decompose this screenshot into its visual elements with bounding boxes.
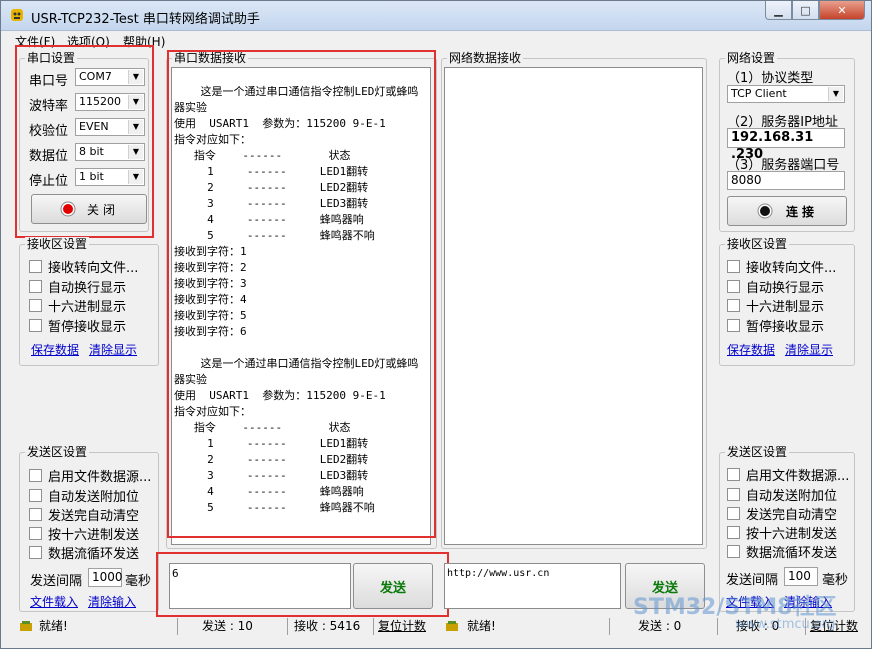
protocol-select[interactable]: TCP Client ▼: [727, 85, 845, 103]
serial-receive-highlight: [167, 50, 436, 538]
serial-send-highlight: [156, 552, 449, 617]
network-receive-title: 网络数据接收: [447, 51, 524, 65]
network-receive-area[interactable]: [444, 67, 703, 545]
maximize-button[interactable]: □: [792, 1, 819, 20]
chevron-down-icon: ▼: [828, 87, 843, 101]
ready-icon: [20, 621, 32, 631]
right-clear-display-link[interactable]: 清除显示: [785, 341, 833, 358]
right-interval-unit: 毫秒: [822, 573, 849, 588]
left-file-source-checkbox[interactable]: 启用文件数据源...: [29, 467, 151, 485]
network-settings-title: 网络设置: [725, 51, 778, 65]
left-send-settings-title: 发送区设置: [25, 445, 90, 459]
protocol-label: （1）协议类型: [727, 71, 814, 86]
right-pause-receive-checkbox[interactable]: 暂停接收显示: [727, 317, 824, 335]
watermark-url: www.stmcu.org: [735, 617, 836, 632]
left-loop-send-checkbox[interactable]: 数据流循环发送: [29, 544, 139, 562]
network-send-text: http://www.usr.cn: [447, 568, 550, 579]
ip-input[interactable]: 192.168.31 .230: [727, 128, 845, 162]
left-auto-wrap-checkbox[interactable]: 自动换行显示: [29, 278, 126, 296]
connect-label: 连接: [785, 204, 818, 219]
right-receive-settings-title: 接收区设置: [725, 237, 790, 251]
left-reset-count[interactable]: 复位计数: [373, 618, 435, 635]
left-auto-append-checkbox[interactable]: 自动发送附加位: [29, 487, 139, 505]
connect-button[interactable]: 连接: [727, 196, 847, 226]
left-receive-settings-title: 接收区设置: [25, 237, 90, 251]
left-status-received: 接收 : 5416: [287, 618, 373, 635]
close-window-button[interactable]: ✕: [819, 1, 865, 20]
black-status-icon: [757, 203, 773, 219]
minimize-icon: ▁: [774, 3, 783, 17]
app-icon: [11, 9, 23, 21]
left-hex-display-checkbox[interactable]: 十六进制显示: [29, 297, 126, 315]
left-save-data-link[interactable]: 保存数据: [31, 341, 79, 358]
right-hex-send-checkbox[interactable]: 按十六进制发送: [727, 524, 837, 542]
right-loop-send-checkbox[interactable]: 数据流循环发送: [727, 543, 837, 561]
left-auto-clear-checkbox[interactable]: 发送完自动清空: [29, 506, 139, 524]
right-auto-wrap-checkbox[interactable]: 自动换行显示: [727, 278, 824, 296]
window-title: USR-TCP232-Test 串口转网络调试助手: [31, 12, 260, 27]
protocol-value: TCP Client: [731, 87, 787, 100]
left-hex-send-checkbox[interactable]: 按十六进制发送: [29, 525, 139, 543]
serial-settings-highlight: [15, 45, 154, 238]
right-send-settings-title: 发送区设置: [725, 445, 790, 459]
server-port-input[interactable]: 8080: [727, 171, 845, 190]
left-interval-unit: 毫秒: [125, 574, 152, 589]
right-interval-label: 发送间隔: [726, 573, 779, 588]
left-pause-receive-checkbox[interactable]: 暂停接收显示: [29, 317, 126, 335]
close-icon: ✕: [837, 3, 847, 17]
title-bar: USR-TCP232-Test 串口转网络调试助手 ▁ □ ✕: [1, 1, 871, 31]
right-auto-append-checkbox[interactable]: 自动发送附加位: [727, 486, 837, 504]
network-send-input[interactable]: http://www.usr.cn: [444, 563, 621, 609]
left-clear-display-link[interactable]: 清除显示: [89, 341, 137, 358]
left-clear-input-link[interactable]: 清除输入: [88, 593, 136, 610]
app-window: USR-TCP232-Test 串口转网络调试助手 ▁ □ ✕ 文件(F) 选项…: [0, 0, 872, 649]
right-recv-to-file-checkbox[interactable]: 接收转向文件...: [727, 258, 836, 276]
right-interval-input[interactable]: 100: [784, 567, 818, 586]
left-status-bar: 就绪! 发送 : 10 接收 : 5416 复位计数: [1, 618, 437, 635]
left-status-ready: 就绪!: [39, 619, 68, 633]
left-recv-to-file-checkbox[interactable]: 接收转向文件...: [29, 258, 138, 276]
right-auto-clear-checkbox[interactable]: 发送完自动清空: [727, 505, 837, 523]
right-save-data-link[interactable]: 保存数据: [727, 341, 775, 358]
ready-icon: [446, 621, 458, 631]
left-load-file-link[interactable]: 文件载入: [30, 593, 78, 610]
right-hex-display-checkbox[interactable]: 十六进制显示: [727, 297, 824, 315]
minimize-button[interactable]: ▁: [765, 1, 792, 20]
right-file-source-checkbox[interactable]: 启用文件数据源...: [727, 466, 849, 484]
left-interval-input[interactable]: 1000: [88, 568, 123, 587]
left-interval-label: 发送间隔: [30, 574, 83, 589]
left-status-sent: 发送 : 10: [177, 618, 287, 635]
right-status-ready: 就绪!: [467, 619, 496, 633]
maximize-icon: □: [800, 3, 811, 17]
